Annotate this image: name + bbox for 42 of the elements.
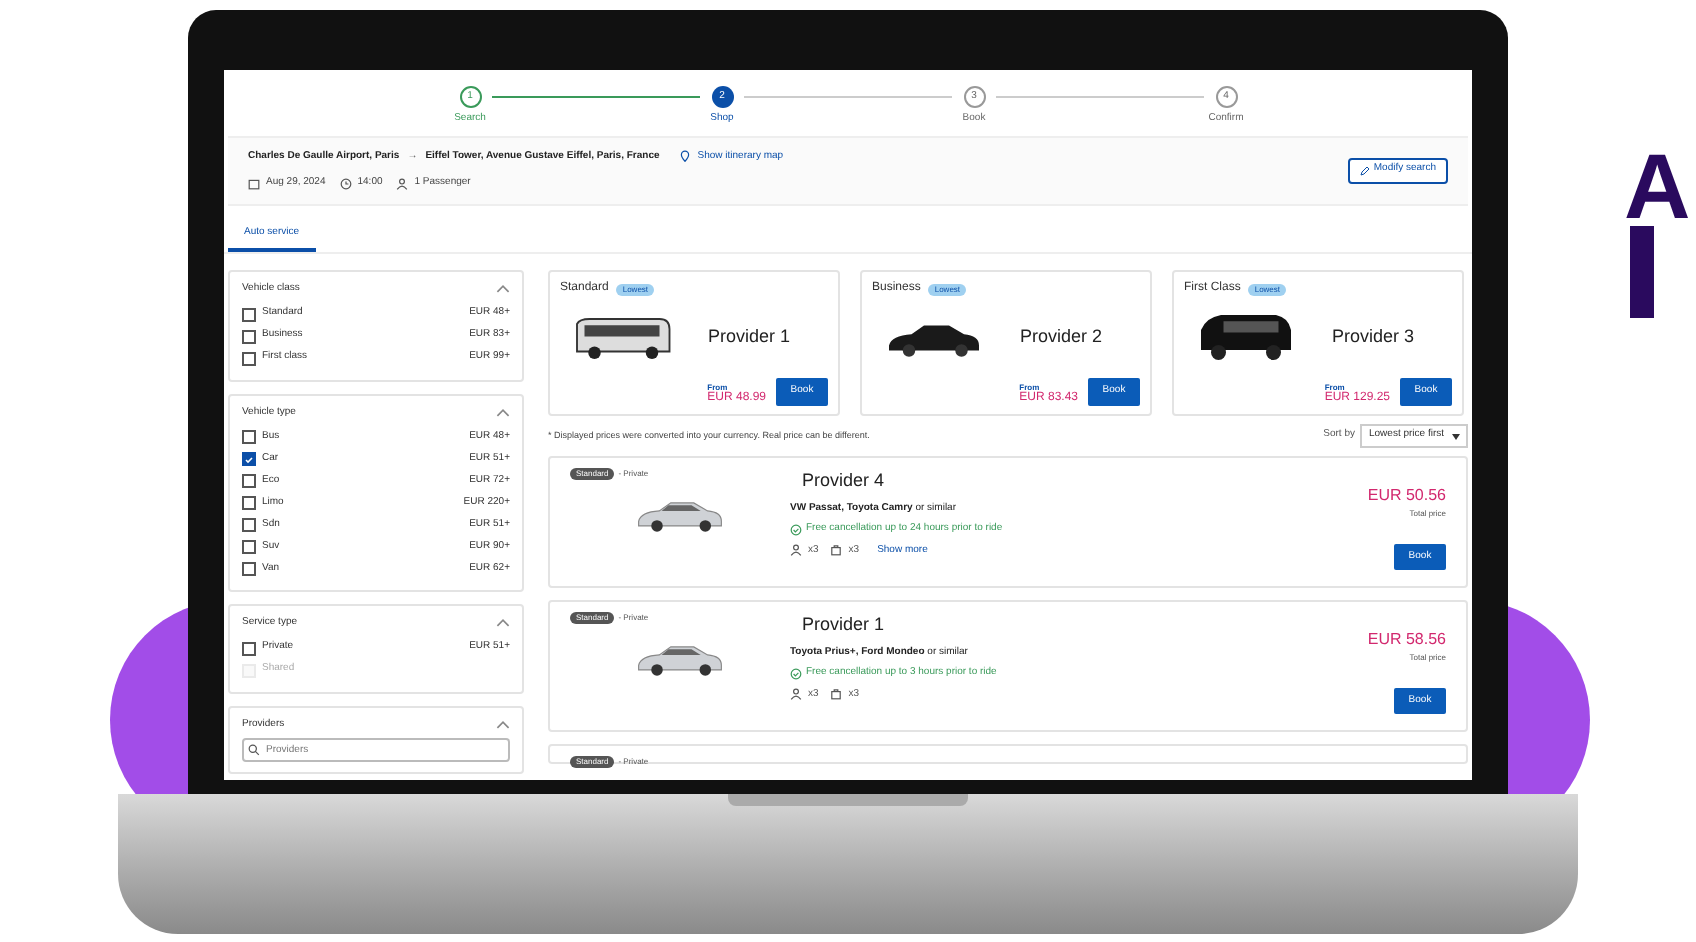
clock-icon bbox=[339, 177, 352, 190]
check-circle-icon bbox=[790, 523, 802, 536]
provider-name: Provider 3 bbox=[1332, 324, 1415, 351]
checkbox[interactable] bbox=[242, 518, 256, 532]
heading-fragment-bar bbox=[1630, 226, 1654, 318]
check-circle-icon bbox=[790, 667, 802, 680]
checkbox[interactable] bbox=[242, 329, 256, 343]
luggage-icon bbox=[830, 688, 843, 701]
car-drawing bbox=[634, 640, 726, 677]
checkbox[interactable] bbox=[242, 452, 256, 466]
chevron-icon[interactable] bbox=[496, 618, 510, 629]
car-drawing bbox=[634, 496, 726, 533]
checkbox[interactable] bbox=[242, 641, 256, 655]
checkbox[interactable] bbox=[242, 562, 256, 576]
person-icon bbox=[396, 177, 409, 190]
luggage-icon bbox=[830, 544, 843, 557]
checkbox[interactable] bbox=[242, 496, 256, 510]
van-drawing bbox=[1196, 310, 1296, 366]
chevron-icon[interactable] bbox=[496, 407, 510, 418]
checkbox[interactable] bbox=[242, 430, 256, 444]
checkbox[interactable] bbox=[242, 351, 256, 365]
total-price: EUR 58.56 bbox=[1367, 628, 1446, 652]
bus-drawing bbox=[572, 313, 672, 363]
heading-fragment: A bbox=[1624, 140, 1691, 232]
chevron-icon[interactable] bbox=[496, 719, 510, 730]
checkbox[interactable] bbox=[242, 474, 256, 488]
provider-name: Provider 1 bbox=[708, 324, 791, 351]
pencil-icon bbox=[1359, 165, 1370, 175]
search-icon bbox=[248, 744, 260, 756]
calendar-icon bbox=[248, 177, 260, 190]
total-price: EUR 50.56 bbox=[1367, 484, 1446, 508]
provider-name: Provider 2 bbox=[1020, 324, 1103, 351]
checkbox[interactable] bbox=[242, 540, 256, 554]
provider-name: Provider 4 bbox=[802, 468, 887, 494]
chevron-icon[interactable] bbox=[496, 284, 510, 295]
person-icon bbox=[790, 544, 802, 557]
provider-name: Provider 1 bbox=[802, 612, 887, 638]
check-icon bbox=[244, 453, 254, 465]
person-icon bbox=[790, 688, 802, 701]
map-pin-icon bbox=[679, 150, 690, 163]
caret-icon bbox=[1452, 433, 1460, 439]
checkbox[interactable] bbox=[242, 307, 256, 321]
